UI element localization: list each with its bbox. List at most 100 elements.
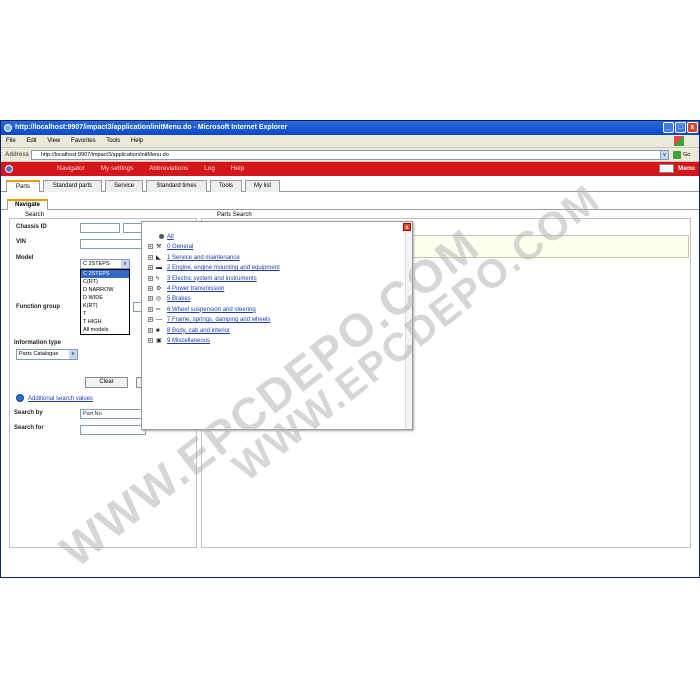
menu-view[interactable]: View [47,138,60,144]
expand-icon[interactable]: + [148,285,153,291]
wheel-icon: ═ [156,306,161,313]
tree-item-5-brakes[interactable]: + ◎ 5 Brakes [148,294,398,304]
nav-my-settings[interactable]: My settings [101,165,134,172]
tab-parts[interactable]: Parts [6,180,40,192]
tab-standard-times[interactable]: Standard times [146,180,207,192]
tree-item-3-electric[interactable]: + ϟ 3 Electric system and instruments [148,274,398,284]
model-option[interactable]: K(RT) [81,302,129,310]
expand-icon[interactable]: + [148,327,153,333]
search-by-select[interactable]: Part No. [80,409,146,419]
expand-icon[interactable]: + [148,244,153,250]
nav-navigator[interactable]: Navigator [57,165,85,172]
go-arrow-icon [673,150,681,159]
address-label: Address [5,152,30,158]
menu-tools[interactable]: Tools [106,138,120,144]
search-for-label: Search for [14,425,44,431]
tree-item-9-miscellaneous[interactable]: + ▣ 9 Miscellaneous [148,336,398,346]
tree-item-6-wheel-suspension[interactable]: + ═ 6 Wheel suspension and steering [148,305,398,315]
vin-label: VIN [16,239,27,245]
electric-icon: ϟ [156,275,160,282]
menu-help[interactable]: Help [131,138,143,144]
tree-item-label[interactable]: 2 Engine, engine mounting and equipment [167,263,280,273]
model-option[interactable]: C 2STEPS [81,270,129,278]
tree-item-label[interactable]: 9 Miscellaneous [167,336,210,346]
chevron-down-icon[interactable]: v [121,260,129,268]
information-type-label: Information type [14,340,62,346]
frame-icon: — [156,317,162,324]
tree-item-label[interactable]: 8 Body, cab and interior [167,326,230,336]
tree-item-8-body-cab[interactable]: + ■ 8 Body, cab and interior [148,326,398,336]
tree-item-7-frame[interactable]: + — 7 Frame, springs, damping and wheels [148,315,398,325]
menu-favorites[interactable]: Favorites [71,138,96,144]
expand-icon[interactable]: + [148,265,153,271]
dot-icon [159,234,164,239]
nav-abbreviations[interactable]: Abbreviations [149,165,188,172]
search-for-input[interactable] [80,425,146,435]
information-type-select[interactable]: Parts Catalogue v [16,349,78,360]
popup-close-icon[interactable]: x [403,223,411,231]
tree-item-label[interactable]: 6 Wheel suspension and steering [167,305,256,315]
tab-tools[interactable]: Tools [210,180,242,192]
window-title: http://localhost:9907/impact3/applicatio… [15,124,288,131]
tree-item-0-general[interactable]: + ⚒ 0 General [148,242,398,252]
globe-icon[interactable] [5,165,13,173]
brake-icon: ◎ [156,296,162,303]
parts-search-legend: Parts Search [215,212,254,218]
nav-help[interactable]: Help [231,165,244,172]
tree-item-label[interactable]: 4 Power transmission [167,284,224,294]
tab-navigate[interactable]: Navigate [7,199,48,210]
tree-item-4-power-transmission[interactable]: + ⚙ 4 Power transmission [148,284,398,294]
go-button[interactable]: Go [673,150,697,160]
windows-logo-icon [674,136,684,146]
model-option[interactable]: T HIGH [81,318,129,326]
tree-item-1-service[interactable]: + ◣ 1 Service and maintenance [148,253,398,263]
vin-input[interactable] [80,239,150,249]
tab-my-list[interactable]: My list [245,180,280,192]
expand-icon[interactable]: + [148,275,153,281]
address-dropdown[interactable]: v [660,150,669,160]
misc-icon: ▣ [156,337,162,344]
expand-icon[interactable]: + [148,254,153,260]
tree-item-label[interactable]: All [167,232,174,242]
tree-item-label[interactable]: 3 Electric system and instruments [167,274,257,284]
expand-icon[interactable]: + [148,317,153,323]
model-options-list[interactable]: C 2STEPS C(RT) D NARROW D WIDE K(RT) T T… [80,269,130,335]
model-option[interactable]: C(RT) [81,278,129,286]
model-option[interactable]: All models [81,326,129,334]
popup-scrollbar[interactable] [405,232,412,429]
model-option[interactable]: T [81,310,129,318]
menu-button[interactable]: Menu [659,162,695,176]
gear-icon: ⚙ [156,285,162,292]
expand-icon[interactable]: + [148,296,153,302]
expand-icon[interactable]: + [148,306,153,312]
tab-service[interactable]: Service [105,180,143,192]
menu-edit[interactable]: Edit [26,138,36,144]
additional-search-link[interactable]: Additional search values [28,396,93,402]
tree-item-label[interactable]: 5 Brakes [167,294,191,304]
expand-icon[interactable]: + [148,337,153,343]
service-icon: ◣ [156,254,161,261]
go-label: Go [683,152,691,158]
model-option[interactable]: D NARROW [81,286,129,294]
tree-item-label[interactable]: 0 General [167,242,193,252]
close-button[interactable]: x [687,122,698,133]
menu-file[interactable]: File [6,138,16,144]
minimize-button[interactable]: _ [663,122,674,133]
maximize-button[interactable]: □ [675,122,686,133]
tree-item-label[interactable]: 7 Frame, springs, damping and wheels [167,315,270,325]
chevron-down-icon[interactable]: v [69,350,77,359]
function-group-label: Function group [16,304,60,310]
tree-item-2-engine[interactable]: + ▬ 2 Engine, engine mounting and equipm… [148,263,398,273]
chassis-id-input-1[interactable] [80,223,120,233]
model-select[interactable]: C 2STEPS v [80,259,130,269]
nav-log[interactable]: Log [204,165,215,172]
address-bar: Address http://localhost:9907/impact3/ap… [1,148,699,162]
model-option[interactable]: D WIDE [81,294,129,302]
engine-icon: ▬ [156,265,162,272]
tab-standard-parts[interactable]: Standard parts [43,180,102,192]
address-input[interactable]: http://localhost:9907/impact3/applicatio… [31,150,668,160]
tree-item-label[interactable]: 1 Service and maintenance [167,253,240,263]
tree-item-all[interactable]: All [148,232,398,242]
info-icon [16,394,24,402]
clear-button[interactable]: Clear [85,377,128,388]
